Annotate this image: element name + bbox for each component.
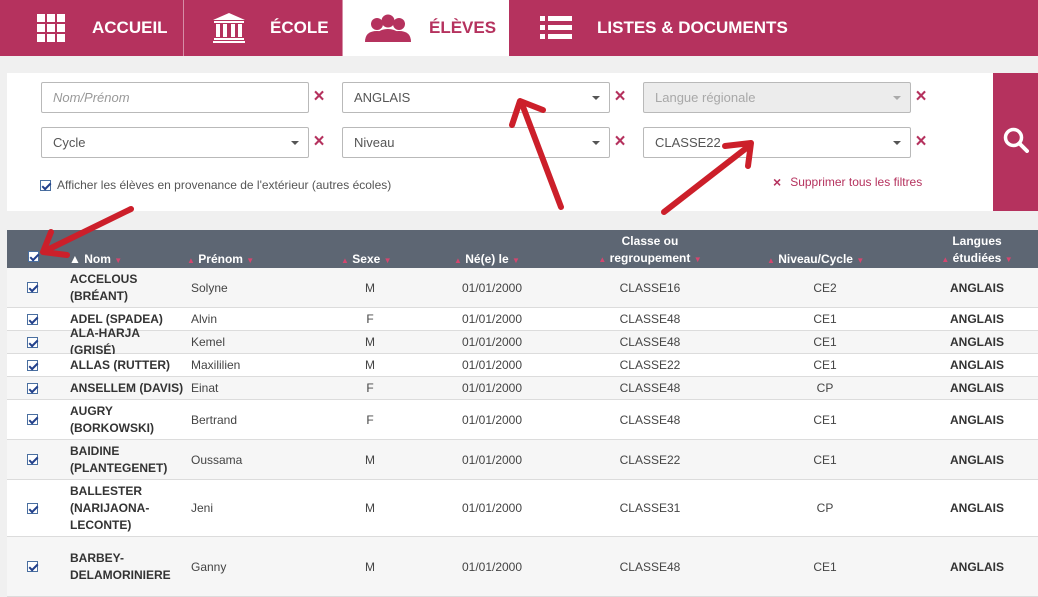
arrow-to-select-all <box>40 206 134 258</box>
annotation-arrows <box>40 98 754 258</box>
arrow-to-class-filter <box>661 140 754 215</box>
arrow-to-language-filter <box>509 98 564 210</box>
